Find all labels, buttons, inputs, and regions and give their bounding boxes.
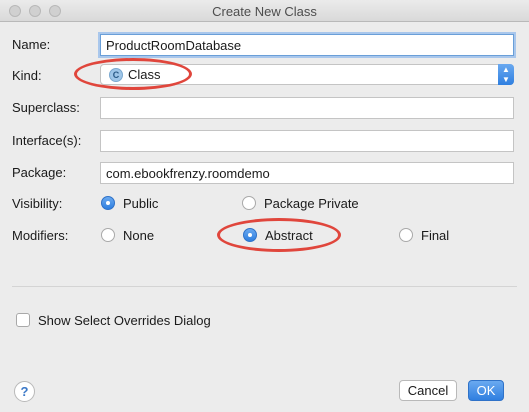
interfaces-label: Interface(s): (12, 133, 82, 148)
window-title: Create New Class (212, 4, 317, 19)
divider (12, 286, 517, 287)
interfaces-input[interactable] (100, 130, 514, 152)
visibility-package-private-radio[interactable] (242, 196, 256, 210)
show-overrides-label[interactable]: Show Select Overrides Dialog (38, 313, 211, 328)
name-input[interactable] (100, 34, 514, 56)
modifier-final-label[interactable]: Final (421, 228, 449, 243)
name-label: Name: (12, 37, 51, 52)
modifier-final-radio[interactable] (399, 228, 413, 242)
superclass-input[interactable] (100, 97, 514, 119)
abstract-highlight-ellipse (217, 218, 341, 252)
help-button[interactable]: ? (14, 381, 35, 402)
kind-highlight-ellipse (74, 58, 192, 90)
visibility-label: Visibility: (12, 196, 63, 211)
show-overrides-checkbox[interactable] (16, 313, 30, 327)
package-label: Package: (12, 165, 67, 180)
visibility-public-label[interactable]: Public (123, 196, 158, 211)
ok-button[interactable]: OK (468, 380, 504, 401)
package-input[interactable] (100, 162, 514, 184)
modifiers-label: Modifiers: (12, 228, 69, 243)
modifier-none-label[interactable]: None (123, 228, 154, 243)
superclass-label: Superclass: (12, 100, 80, 115)
chevron-updown-icon[interactable]: ▲ ▼ (498, 64, 514, 85)
visibility-package-private-label[interactable]: Package Private (264, 196, 359, 211)
visibility-public-radio[interactable] (101, 196, 115, 210)
cancel-button[interactable]: Cancel (399, 380, 457, 401)
title-bar: Create New Class (0, 0, 529, 22)
kind-label: Kind: (12, 68, 42, 83)
modifier-none-radio[interactable] (101, 228, 115, 242)
